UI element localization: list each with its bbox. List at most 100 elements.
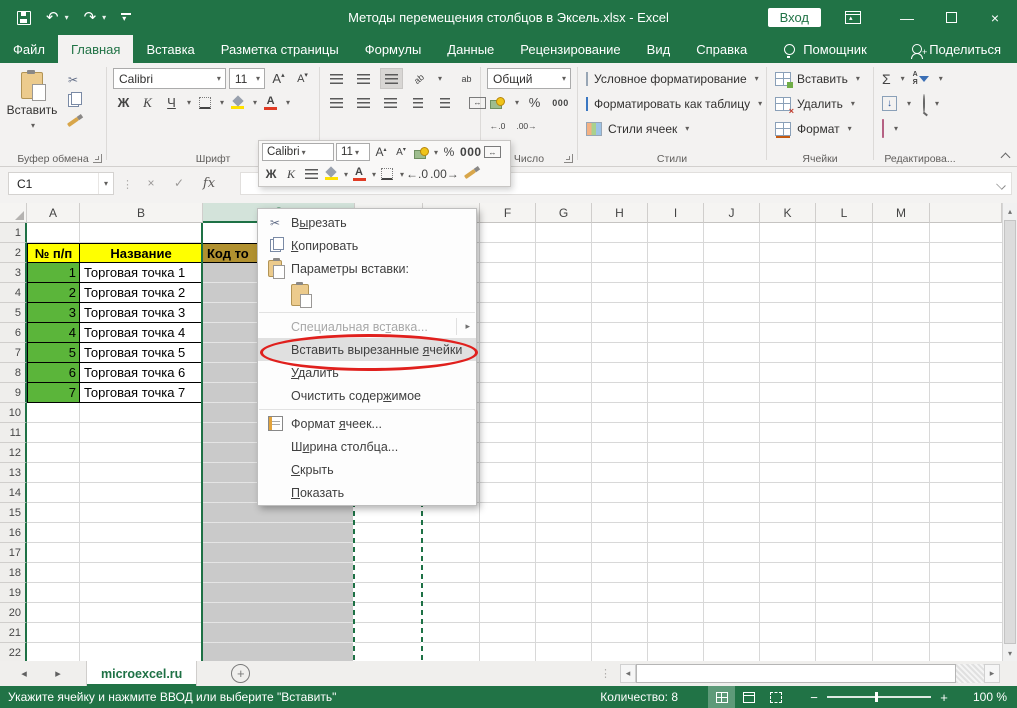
column-header-B[interactable]: B: [80, 203, 203, 223]
share-button[interactable]: + Поделиться: [912, 35, 1017, 63]
tab-Справка[interactable]: Справка: [683, 35, 760, 63]
mini-percent-button[interactable]: %: [440, 143, 458, 161]
cell-A4[interactable]: 2: [27, 283, 80, 303]
format-painter-button[interactable]: [60, 113, 86, 130]
wrap-text-button[interactable]: ab: [456, 69, 477, 88]
cell-A3[interactable]: 1: [27, 263, 80, 283]
cell-A7[interactable]: 5: [27, 343, 80, 363]
zoom-slider-thumb[interactable]: [875, 692, 878, 702]
menu-item-hide[interactable]: Скрыть: [258, 458, 476, 481]
row-header-17[interactable]: 17: [0, 543, 27, 563]
row-header-9[interactable]: 9: [0, 383, 27, 403]
mini-merge-button[interactable]: ↔: [484, 143, 502, 161]
tab-Рецензирование[interactable]: Рецензирование: [507, 35, 633, 63]
row-header-2[interactable]: 2: [0, 243, 27, 263]
row-header-1[interactable]: 1: [0, 223, 27, 243]
cancel-icon[interactable]: ×: [140, 176, 162, 190]
column-header-A[interactable]: A: [27, 203, 80, 223]
fill-color-button[interactable]: [227, 93, 248, 112]
row-header-19[interactable]: 19: [0, 583, 27, 603]
tab-Вставка[interactable]: Вставка: [133, 35, 207, 63]
decrease-font-button[interactable]: A▾: [292, 69, 313, 88]
clipboard-dialog-launcher[interactable]: [93, 154, 102, 163]
tab-Вид[interactable]: Вид: [634, 35, 684, 63]
row-header-12[interactable]: 12: [0, 443, 27, 463]
cell-A2[interactable]: № п/п: [27, 243, 80, 263]
horizontal-scroll-thumb[interactable]: [636, 664, 956, 683]
row-header-13[interactable]: 13: [0, 463, 27, 483]
menu-item-delete[interactable]: Удалить: [258, 361, 476, 384]
cell-B4[interactable]: Торговая точка 2: [80, 283, 203, 303]
mini-decrease-font-button[interactable]: A▾: [392, 143, 410, 161]
menu-item-column-width[interactable]: Ширина столбца...: [258, 435, 476, 458]
align-left-button[interactable]: [326, 93, 347, 112]
mini-increase-font-button[interactable]: A▴: [372, 143, 390, 161]
conditional-formatting-button[interactable]: Условное форматирование ▾: [582, 66, 762, 91]
ribbon-display-options-icon[interactable]: [845, 11, 861, 24]
add-sheet-button[interactable]: +: [231, 664, 250, 683]
select-all-button[interactable]: [0, 203, 27, 223]
paste-button[interactable]: Вставить ▾: [4, 66, 60, 152]
row-header-14[interactable]: 14: [0, 483, 27, 503]
row-header-20[interactable]: 20: [0, 603, 27, 623]
enter-icon[interactable]: ✓: [168, 176, 190, 190]
mini-align-center-button[interactable]: [302, 165, 320, 183]
increase-font-button[interactable]: A▴: [268, 69, 289, 88]
menu-item-insert-cut-cells[interactable]: Вставить вырезанные ячейки: [258, 338, 476, 361]
cell-B9[interactable]: Торговая точка 7: [80, 383, 203, 403]
cell-A5[interactable]: 3: [27, 303, 80, 323]
sort-filter-button[interactable]: АЯ: [913, 71, 929, 86]
cell-A6[interactable]: 4: [27, 323, 80, 343]
cell-B7[interactable]: Торговая точка 5: [80, 343, 203, 363]
align-bottom-button[interactable]: [380, 68, 403, 89]
percent-button[interactable]: %: [524, 93, 545, 112]
mini-font-size-select[interactable]: 11 ▾: [336, 143, 370, 161]
tab-Данные[interactable]: Данные: [434, 35, 507, 63]
mini-fill-color-button[interactable]: [322, 165, 340, 183]
cell-styles-button[interactable]: Стили ячеек ▾: [582, 116, 762, 141]
align-center-button[interactable]: [353, 93, 374, 112]
mini-increase-decimal-button[interactable]: ←.0: [406, 165, 428, 183]
row-header-15[interactable]: 15: [0, 503, 27, 523]
decrease-decimal-button[interactable]: .00→: [516, 116, 537, 135]
insert-function-icon[interactable]: fx: [198, 176, 220, 191]
column-header-J[interactable]: J: [704, 203, 760, 223]
increase-indent-button[interactable]: [434, 93, 455, 112]
view-page-layout-button[interactable]: [735, 686, 762, 708]
orientation-button[interactable]: ab: [409, 69, 430, 88]
autosum-button[interactable]: Σ: [882, 71, 891, 87]
mini-format-painter-button[interactable]: [461, 165, 479, 183]
italic-button[interactable]: К: [137, 93, 158, 112]
vertical-scrollbar[interactable]: ▴ ▾: [1002, 203, 1017, 661]
maximize-button[interactable]: [929, 0, 973, 35]
menu-item-unhide[interactable]: Показать: [258, 481, 476, 504]
menu-item-clear-contents[interactable]: Очистить содержимое: [258, 384, 476, 407]
column-header-F[interactable]: F: [480, 203, 536, 223]
row-header-21[interactable]: 21: [0, 623, 27, 643]
find-select-button[interactable]: [923, 95, 925, 113]
fill-button[interactable]: ↓: [882, 96, 897, 111]
font-name-select[interactable]: Calibri ▾: [113, 68, 226, 89]
column-header-L[interactable]: L: [816, 203, 873, 223]
comma-style-button[interactable]: 000: [550, 93, 571, 112]
sheet-tab[interactable]: microexcel.ru: [86, 661, 197, 686]
column-header-H[interactable]: H: [592, 203, 648, 223]
row-header-4[interactable]: 4: [0, 283, 27, 303]
clear-button[interactable]: [882, 120, 884, 138]
mini-italic-button[interactable]: К: [282, 165, 300, 183]
scroll-down-icon[interactable]: ▾: [1003, 645, 1017, 661]
minimize-button[interactable]: —: [885, 0, 929, 35]
formula-bar-splitter[interactable]: ⋮: [122, 178, 133, 191]
increase-decimal-button[interactable]: ←.0: [487, 116, 508, 135]
tab-scroll-splitter[interactable]: ⋮: [600, 667, 611, 680]
row-header-7[interactable]: 7: [0, 343, 27, 363]
number-dialog-launcher[interactable]: [564, 154, 573, 163]
row-header-8[interactable]: 8: [0, 363, 27, 383]
horizontal-scrollbar[interactable]: ◂ ▸: [620, 664, 1000, 683]
cell-B5[interactable]: Торговая точка 3: [80, 303, 203, 323]
row-header-22[interactable]: 22: [0, 643, 27, 661]
cell-B2[interactable]: Название: [80, 243, 203, 263]
mini-decrease-decimal-button[interactable]: .00→: [430, 165, 459, 183]
menu-item-cut[interactable]: ✂Вырезать: [258, 211, 476, 234]
tab-Файл[interactable]: Файл: [0, 35, 58, 63]
